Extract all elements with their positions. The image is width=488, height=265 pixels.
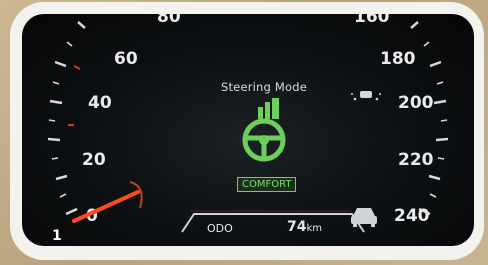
- speed-label-200: 200: [398, 93, 434, 113]
- odometer-value: 74km: [287, 219, 322, 235]
- steering-mode-badge: COMFORT: [237, 177, 297, 192]
- speed-label-40: 40: [88, 93, 112, 113]
- car-front-icon: [351, 208, 377, 227]
- instrument-panel: 80 60 40 20 0 160 180 200 220 240 Steeri…: [22, 14, 474, 246]
- vehicle-distance-icon: [351, 91, 381, 101]
- callout-number: 1: [52, 228, 62, 244]
- speed-label-180: 180: [380, 49, 416, 69]
- speed-label-20: 20: [82, 150, 106, 170]
- steering-mode-title: Steering Mode: [220, 80, 308, 94]
- speed-label-240: 240: [394, 206, 430, 226]
- odometer-number: 74: [287, 219, 307, 235]
- odometer-unit: km: [306, 223, 323, 234]
- speed-label-160: 160: [354, 14, 390, 27]
- speed-label-80: 80: [157, 14, 181, 27]
- steering-wheel-icon: [242, 98, 286, 162]
- speedometer-dial: 80 60 40 20 0 160 180 200 220 240: [47, 14, 449, 233]
- speed-needle: [72, 181, 143, 223]
- speed-label-220: 220: [398, 150, 434, 170]
- odometer-label: ODO: [207, 222, 233, 235]
- speed-label-60: 60: [114, 49, 138, 69]
